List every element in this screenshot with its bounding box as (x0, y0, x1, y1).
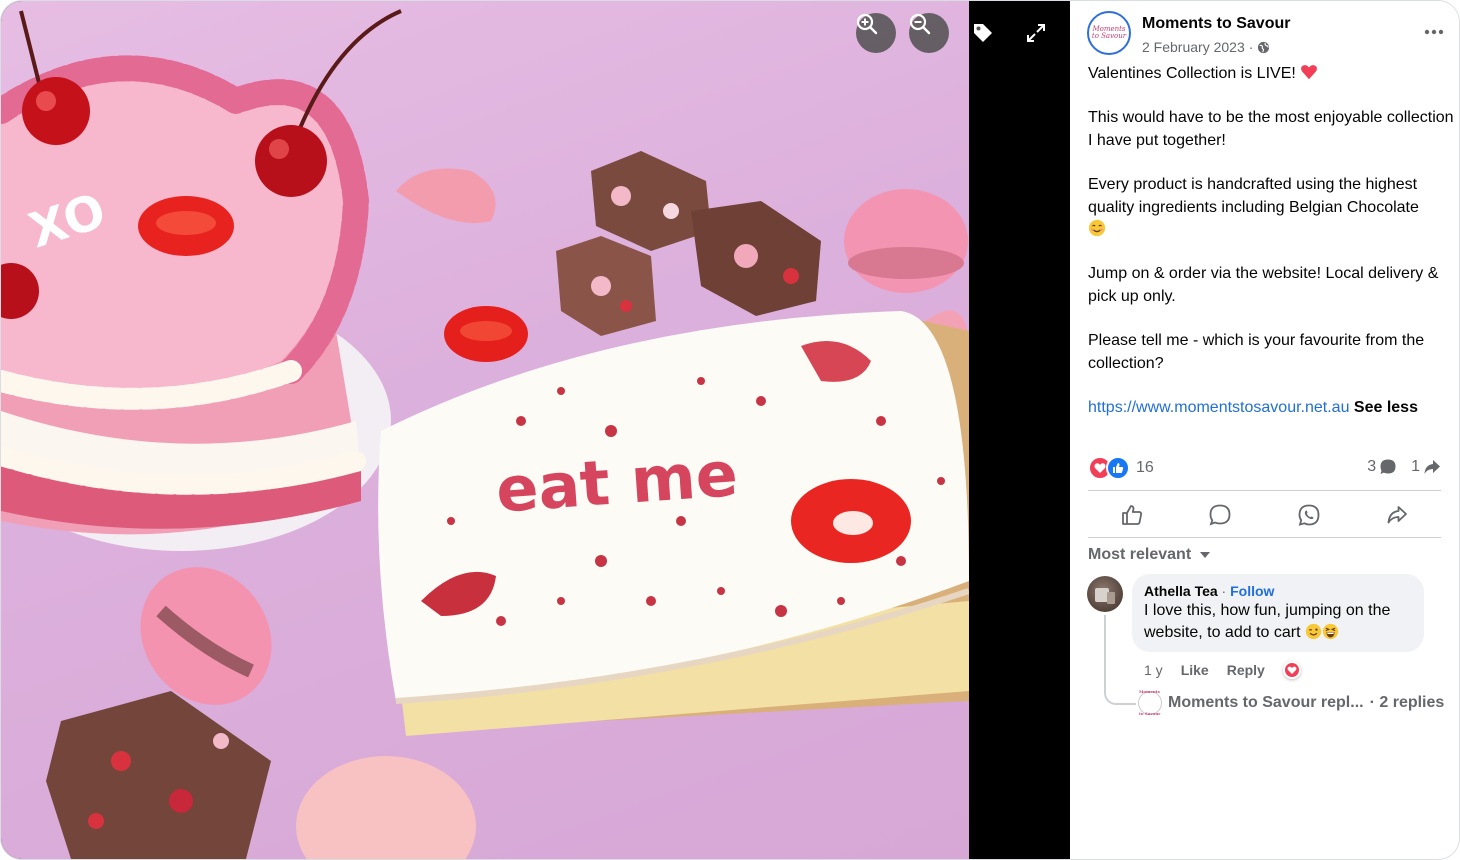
comment-button[interactable] (1190, 497, 1250, 533)
website-link[interactable]: https://www.momentstosavour.net.au (1088, 399, 1349, 416)
share-button[interactable] (1367, 497, 1427, 533)
page-avatar-small: Moments to Savour (1138, 689, 1162, 716)
comment-icon (1209, 504, 1231, 526)
share-icon (1387, 506, 1407, 524)
more-icon (1424, 29, 1444, 35)
divider (1088, 537, 1441, 538)
expand-icon (1027, 24, 1045, 42)
tag-button[interactable] (963, 13, 1003, 53)
dessert-photo-illustration: XO eat me (1, 9, 969, 859)
fullscreen-button[interactable] (1016, 13, 1056, 53)
comment-meta: 1 y Like Reply (1144, 659, 1301, 681)
comment-love-reaction[interactable] (1282, 661, 1301, 679)
view-replies-link[interactable]: Moments to Savour Moments to Savour repl… (1138, 689, 1445, 716)
comment-time[interactable]: 1 y (1144, 659, 1163, 681)
grinning-squinting-face-icon (1322, 623, 1339, 640)
post-date[interactable]: 2 February 2023 (1142, 36, 1245, 58)
like-button[interactable] (1102, 497, 1162, 533)
send-whatsapp-button[interactable] (1279, 497, 1339, 533)
zoom-out-button[interactable] (909, 13, 949, 53)
page-name[interactable]: Moments to Savour (1142, 13, 1290, 35)
reaction-icons (1088, 456, 1130, 480)
post-side-panel: Moments to Savour Moments to Savour 2 Fe… (1070, 1, 1459, 859)
engagement-counts: 3 1 (1367, 456, 1441, 478)
comment-reply-button[interactable]: Reply (1227, 659, 1265, 681)
comment-author[interactable]: Athella Tea (1144, 583, 1218, 599)
post-photo: XO eat me (1, 1, 969, 859)
like-reaction-icon (1106, 456, 1130, 480)
commenter-avatar[interactable] (1087, 576, 1123, 612)
reply-count: · 2 replies (1369, 694, 1445, 711)
red-heart-icon (1301, 65, 1318, 80)
comment-bubble-icon (1380, 459, 1396, 474)
zoom-out-icon (909, 13, 931, 35)
photo-viewer: XO eat me (1, 1, 1070, 859)
comment-sort-dropdown[interactable]: Most relevant (1088, 544, 1211, 566)
post-paragraph: Valentines Collection is LIVE! (1088, 63, 1454, 85)
share-arrow-icon (1424, 460, 1440, 474)
post-paragraph: Please tell me - which is your favourite… (1088, 332, 1425, 372)
divider (1088, 490, 1441, 491)
love-reaction-icon (1284, 663, 1299, 677)
post-paragraph: Jump on & order via the website! Local d… (1088, 265, 1439, 305)
comment-text: I love this, how fun, jumping on the web… (1144, 602, 1391, 641)
winking-face-icon (1305, 623, 1322, 640)
tag-icon (974, 24, 992, 42)
globe-icon (1258, 41, 1270, 53)
post-meta: 2 February 2023 · (1142, 36, 1270, 58)
zoom-in-icon (856, 13, 878, 35)
comment-count[interactable]: 3 (1367, 456, 1397, 478)
comment-bubble: Athella Tea · Follow I love this, how fu… (1132, 574, 1424, 652)
zoom-in-button[interactable] (856, 13, 896, 53)
post-paragraph: Every product is handcrafted using the h… (1088, 174, 1454, 241)
comment-sort-label: Most relevant (1088, 546, 1192, 563)
whatsapp-icon (1298, 504, 1320, 526)
caret-down-icon (1200, 552, 1211, 558)
post-actions (1088, 493, 1441, 537)
reply-summary: Moments to Savour repl... (1168, 694, 1364, 711)
more-options-button[interactable] (1420, 21, 1448, 43)
page-logo: Moments to Savour (1091, 25, 1127, 40)
reaction-summary[interactable]: 16 (1088, 456, 1154, 480)
post-paragraph: This would have to be the most enjoyable… (1088, 109, 1454, 149)
reaction-count: 16 (1136, 459, 1154, 476)
see-less-button[interactable]: See less (1354, 399, 1418, 416)
post-viewer-window: XO eat me Moments to Savour Moments to S… (0, 0, 1460, 860)
share-count[interactable]: 1 (1411, 456, 1441, 478)
follow-button[interactable]: Follow (1230, 583, 1274, 599)
like-icon (1122, 505, 1143, 525)
comment-like-button[interactable]: Like (1181, 659, 1209, 681)
page-avatar[interactable]: Moments to Savour (1087, 11, 1131, 55)
smiling-face-icon (1088, 219, 1106, 237)
post-link-line: https://www.momentstosavour.net.au See l… (1088, 397, 1454, 419)
post-body: Valentines Collection is LIVE! This woul… (1088, 63, 1454, 441)
